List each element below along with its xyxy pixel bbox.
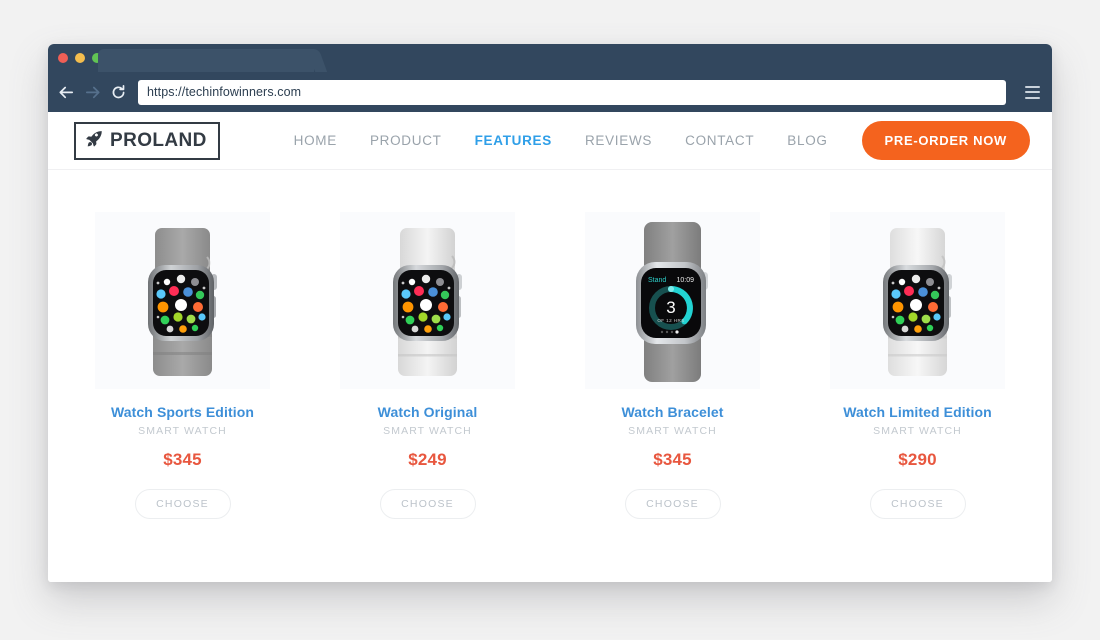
product-price: $290 bbox=[898, 450, 937, 469]
choose-button[interactable]: CHOOSE bbox=[134, 489, 231, 519]
minimize-window-button[interactable] bbox=[75, 53, 85, 63]
product-image[interactable]: Stand 10:09 3 OF 12 HRS bbox=[585, 212, 760, 389]
choose-button[interactable]: CHOOSE bbox=[869, 489, 966, 519]
stand-unit: OF 12 HRS bbox=[657, 318, 684, 323]
product-image[interactable] bbox=[95, 212, 270, 389]
stand-time: 10:09 bbox=[676, 277, 694, 284]
product-title: Watch Bracelet bbox=[621, 404, 724, 420]
product-subtitle: SMART WATCH bbox=[383, 425, 472, 437]
nav-item-product[interactable]: PRODUCT bbox=[370, 133, 442, 148]
browser-tab[interactable] bbox=[98, 49, 314, 72]
watch-illustration bbox=[393, 228, 462, 376]
nav-item-blog[interactable]: BLOG bbox=[787, 133, 827, 148]
stand-label: Stand bbox=[648, 277, 666, 284]
close-window-button[interactable] bbox=[58, 53, 68, 63]
nav-item-reviews[interactable]: REVIEWS bbox=[585, 133, 652, 148]
product-subtitle: SMART WATCH bbox=[873, 425, 962, 437]
address-bar[interactable]: https://techinfowinners.com bbox=[138, 79, 1006, 105]
browser-titlebar bbox=[48, 44, 1052, 72]
url-text: https://techinfowinners.com bbox=[147, 85, 302, 99]
product-price: $249 bbox=[408, 450, 447, 469]
reload-icon[interactable] bbox=[110, 84, 127, 101]
site-logo[interactable]: PROLAND bbox=[74, 121, 220, 160]
stand-value: 3 bbox=[666, 298, 675, 317]
product-price: $345 bbox=[163, 450, 202, 469]
watch-illustration: Stand 10:09 3 OF 12 HRS bbox=[636, 222, 708, 382]
product-price: $345 bbox=[653, 450, 692, 469]
window-controls bbox=[58, 53, 102, 63]
product-image[interactable] bbox=[340, 212, 515, 389]
product-grid: Watch Sports Edition SMART WATCH $345 CH… bbox=[48, 170, 1052, 519]
pre-order-button[interactable]: PRE-ORDER NOW bbox=[861, 121, 1030, 160]
browser-toolbar: https://techinfowinners.com bbox=[48, 72, 1052, 112]
choose-button[interactable]: CHOOSE bbox=[624, 489, 721, 519]
site-header: PROLAND HOME PRODUCT FEATURES REVIEWS CO… bbox=[48, 112, 1052, 170]
product-card: Watch Limited Edition SMART WATCH $290 C… bbox=[830, 212, 1005, 519]
nav-item-features[interactable]: FEATURES bbox=[475, 133, 552, 148]
product-title: Watch Limited Edition bbox=[843, 404, 992, 420]
watch-illustration bbox=[148, 228, 217, 376]
main-navigation: HOME PRODUCT FEATURES REVIEWS CONTACT BL… bbox=[260, 133, 862, 148]
product-card: Watch Sports Edition SMART WATCH $345 CH… bbox=[95, 212, 270, 519]
nav-item-home[interactable]: HOME bbox=[294, 133, 337, 148]
product-card: Watch Original SMART WATCH $249 CHOOSE bbox=[340, 212, 515, 519]
logo-text: PROLAND bbox=[110, 130, 207, 151]
product-subtitle: SMART WATCH bbox=[628, 425, 717, 437]
browser-window: https://techinfowinners.com PROLAND HOME… bbox=[48, 44, 1052, 582]
product-subtitle: SMART WATCH bbox=[138, 425, 227, 437]
forward-arrow-icon[interactable] bbox=[84, 84, 101, 101]
product-card: Stand 10:09 3 OF 12 HRS Watch Bracelet S… bbox=[585, 212, 760, 519]
page-content: PROLAND HOME PRODUCT FEATURES REVIEWS CO… bbox=[48, 112, 1052, 582]
product-image[interactable] bbox=[830, 212, 1005, 389]
watch-illustration bbox=[883, 228, 952, 376]
hamburger-menu-icon[interactable] bbox=[1025, 85, 1040, 99]
product-title: Watch Original bbox=[377, 404, 478, 420]
back-arrow-icon[interactable] bbox=[58, 84, 75, 101]
product-title: Watch Sports Edition bbox=[110, 404, 255, 420]
nav-item-contact[interactable]: CONTACT bbox=[685, 133, 754, 148]
choose-button[interactable]: CHOOSE bbox=[379, 489, 476, 519]
rocket-icon bbox=[85, 129, 104, 153]
